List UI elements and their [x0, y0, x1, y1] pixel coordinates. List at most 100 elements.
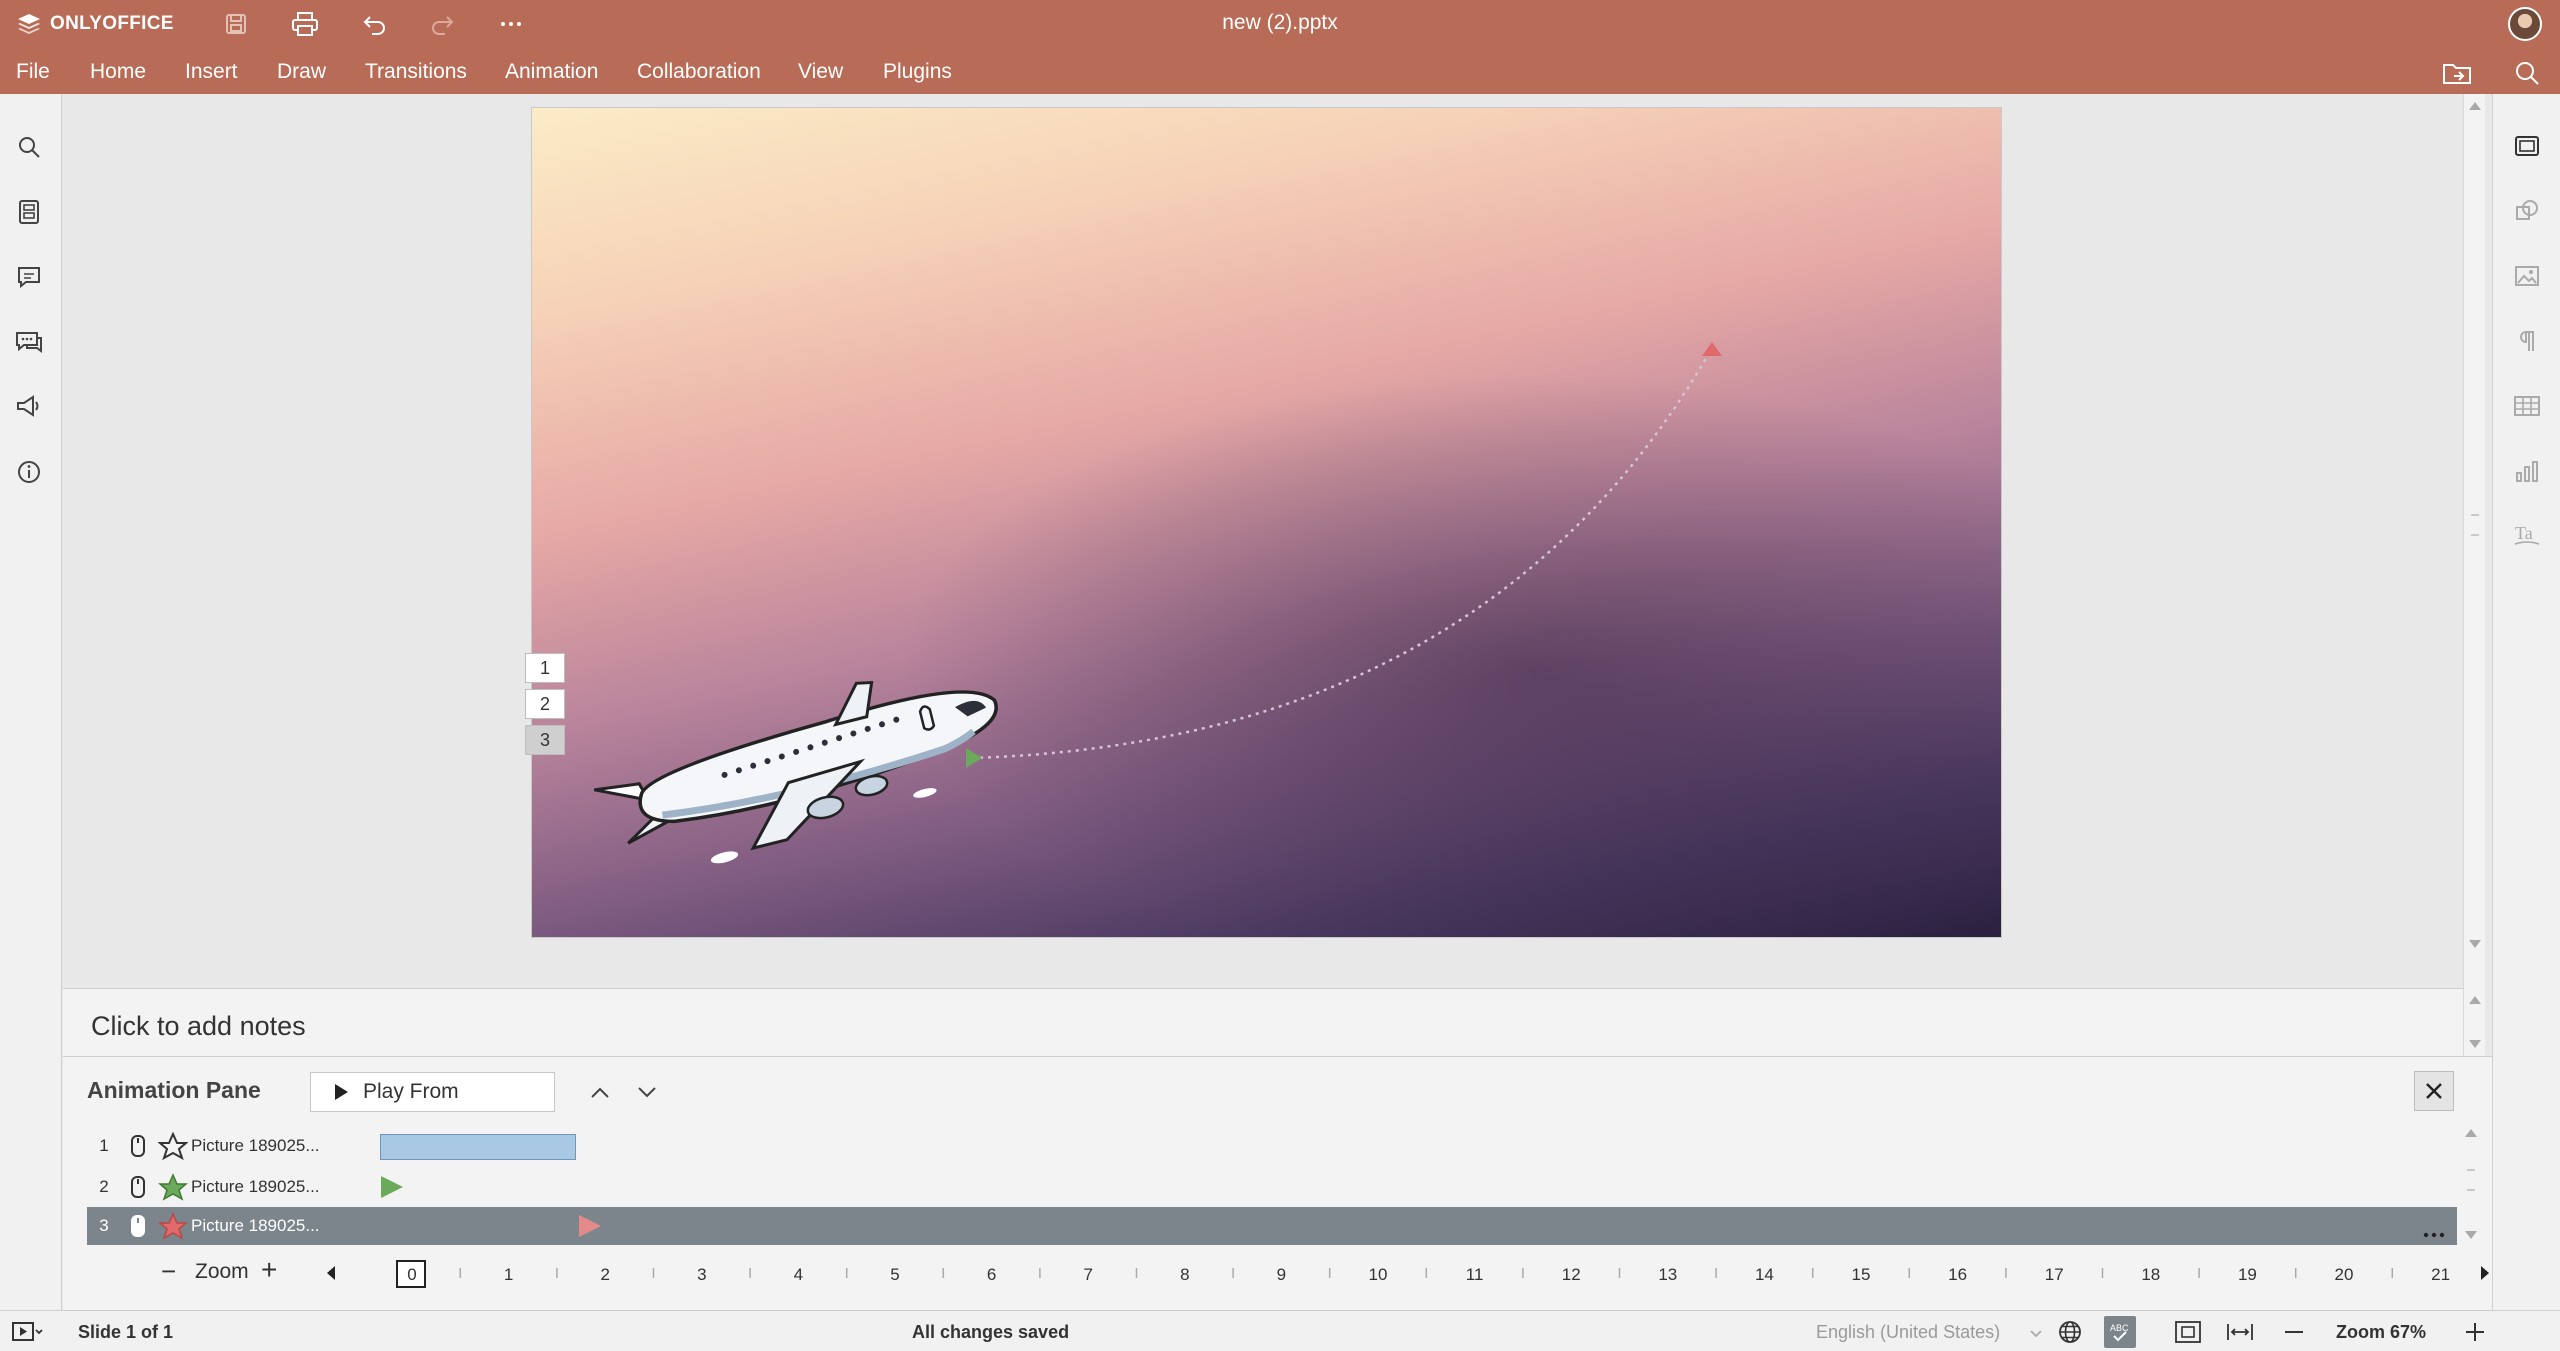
image-settings-icon[interactable]	[2509, 258, 2545, 294]
move-down-icon[interactable]	[630, 1075, 664, 1109]
slide-canvas[interactable]	[532, 108, 2001, 937]
close-pane-button[interactable]	[2414, 1071, 2454, 1111]
move-up-icon[interactable]	[583, 1075, 617, 1109]
document-language-icon[interactable]	[2054, 1316, 2086, 1348]
comments-icon[interactable]	[12, 260, 46, 294]
timeline-zoom-in-icon[interactable]: +	[261, 1254, 277, 1286]
timeline-tick-label: 5	[890, 1265, 899, 1284]
menu-view[interactable]: View	[798, 60, 843, 84]
fit-to-slide-icon[interactable]	[2172, 1316, 2204, 1348]
exit-trigger-icon[interactable]	[577, 1213, 603, 1244]
animation-row[interactable]: 2 Picture 189025...	[87, 1168, 2457, 1206]
timeline-ruler[interactable]: 0 1 2 3 4 5 6 7 8 9 10 11 12 13 14 15 16 17 18 19 20 21	[313, 1253, 2493, 1293]
menu-animation[interactable]: Animation	[505, 60, 598, 84]
motion-path-start-marker	[966, 748, 982, 768]
svg-text:Ta: Ta	[2515, 523, 2533, 543]
timeline-tick-label: 20	[2335, 1265, 2354, 1284]
about-icon[interactable]	[12, 455, 46, 489]
pane-scroll-up-icon[interactable]	[2465, 1129, 2477, 1137]
chart-settings-icon[interactable]	[2509, 453, 2545, 489]
timeline-zoom-out-icon[interactable]: −	[161, 1256, 176, 1287]
entrance-trigger-icon[interactable]	[379, 1174, 405, 1205]
menu-file[interactable]: File	[16, 60, 50, 84]
animation-row-number: 1	[99, 1136, 109, 1155]
fit-to-width-icon[interactable]	[2224, 1316, 2256, 1348]
notes-placeholder[interactable]: Click to add notes	[91, 1011, 306, 1042]
open-file-location-icon[interactable]	[2440, 56, 2474, 90]
on-click-mouse-icon	[121, 1175, 155, 1199]
chevron-down-icon[interactable]	[2030, 1323, 2042, 1344]
animation-tag-3[interactable]: 3	[525, 725, 565, 755]
timeline-tick-label: 0	[407, 1265, 416, 1284]
document-title: new (2).pptx	[1222, 11, 1338, 34]
slides-icon[interactable]	[12, 195, 46, 229]
search-icon[interactable]	[2510, 56, 2544, 90]
emphasis-star-icon	[155, 1132, 191, 1160]
animation-pane: Animation Pane Play From 1 Picture 18902…	[63, 1056, 2492, 1310]
notes-scroll-up-icon[interactable]	[2469, 996, 2481, 1004]
timeline-tick-label: 17	[2045, 1265, 2064, 1284]
search-icon[interactable]	[12, 130, 46, 164]
notes-panel[interactable]: Click to add notes	[63, 988, 2463, 1056]
timeline-scroll-left-icon[interactable]	[327, 1266, 335, 1280]
timeline-tick-label: 1	[504, 1265, 513, 1284]
zoom-level[interactable]: Zoom 67%	[2336, 1322, 2426, 1343]
zoom-out-icon[interactable]	[2278, 1316, 2310, 1348]
spell-check-icon[interactable]: ABC	[2104, 1316, 2136, 1348]
language-selector[interactable]: English (United States)	[1816, 1322, 2000, 1343]
chat-icon[interactable]	[12, 325, 46, 359]
animation-row-number: 2	[99, 1177, 109, 1196]
pane-scroll-thumb[interactable]	[2467, 1169, 2475, 1191]
text-art-icon[interactable]: Ta	[2509, 516, 2545, 552]
scroll-up-icon[interactable]	[2469, 102, 2481, 110]
timeline-tick-label: 9	[1277, 1265, 1286, 1284]
animation-row-name: Picture 189025...	[191, 1216, 320, 1235]
notes-scrollbar[interactable]	[2463, 988, 2485, 1056]
feedback-icon[interactable]	[12, 389, 46, 423]
timeline-tick-label: 21	[2431, 1265, 2450, 1284]
menu-collaboration[interactable]: Collaboration	[637, 60, 761, 84]
menu-home[interactable]: Home	[90, 60, 146, 84]
timeline-tick-label: 14	[1755, 1265, 1774, 1284]
menu-transitions[interactable]: Transitions	[365, 60, 467, 84]
user-avatar[interactable]	[2508, 7, 2542, 41]
timeline-scroll-right-icon[interactable]	[2481, 1266, 2489, 1280]
airplane-image	[594, 680, 998, 864]
close-icon	[2426, 1083, 2442, 1099]
timeline-tick-label: 8	[1180, 1265, 1189, 1284]
zoom-in-icon[interactable]	[2459, 1316, 2491, 1348]
svg-text:ABC: ABC	[2110, 1323, 2129, 1333]
play-from-button[interactable]: Play From	[310, 1072, 555, 1112]
effect-duration-bar[interactable]	[380, 1134, 576, 1160]
timeline-zoom-label: Zoom	[195, 1260, 249, 1283]
scroll-down-icon[interactable]	[2469, 940, 2481, 948]
play-icon	[335, 1084, 348, 1100]
animation-tag-2[interactable]: 2	[525, 689, 565, 719]
timeline-tick-label: 10	[1369, 1265, 1388, 1284]
animation-pane-scrollbar[interactable]	[2460, 1125, 2482, 1245]
animation-row-selected[interactable]: 3 Picture 189025...	[87, 1207, 2457, 1245]
timeline-tick-label: 13	[1658, 1265, 1677, 1284]
animation-timeline: − Zoom + 0 1 2 3 4 5 6 7 8 9 10 11 12 13 14 15 16 17 18 19 2…	[63, 1253, 2492, 1293]
table-settings-icon[interactable]	[2509, 388, 2545, 424]
menu-insert[interactable]: Insert	[185, 60, 238, 84]
paragraph-settings-icon[interactable]	[2509, 323, 2545, 359]
scroll-thumb[interactable]	[2471, 514, 2479, 536]
timeline-tick-label: 2	[600, 1265, 609, 1284]
slide-vertical-scrollbar[interactable]	[2463, 94, 2485, 988]
timeline-tick-label: 18	[2141, 1265, 2160, 1284]
menu-draw[interactable]: Draw	[277, 60, 326, 84]
menu-plugins[interactable]: Plugins	[883, 60, 952, 84]
slide-settings-icon[interactable]	[2509, 128, 2545, 164]
notes-scroll-down-icon[interactable]	[2469, 1040, 2481, 1048]
start-slideshow-icon[interactable]	[12, 1316, 44, 1348]
pane-scroll-down-icon[interactable]	[2465, 1231, 2477, 1239]
animation-tag-1[interactable]: 1	[525, 653, 565, 683]
row-more-icon[interactable]	[2423, 1223, 2445, 1243]
timeline-tick-label: 3	[697, 1265, 706, 1284]
shape-settings-icon[interactable]	[2509, 193, 2545, 229]
right-sidebar: Ta	[2492, 94, 2560, 1310]
timeline-tick-label: 12	[1562, 1265, 1581, 1284]
slide-counter: Slide 1 of 1	[78, 1322, 174, 1342]
animation-row[interactable]: 1 Picture 189025...	[87, 1127, 2457, 1165]
